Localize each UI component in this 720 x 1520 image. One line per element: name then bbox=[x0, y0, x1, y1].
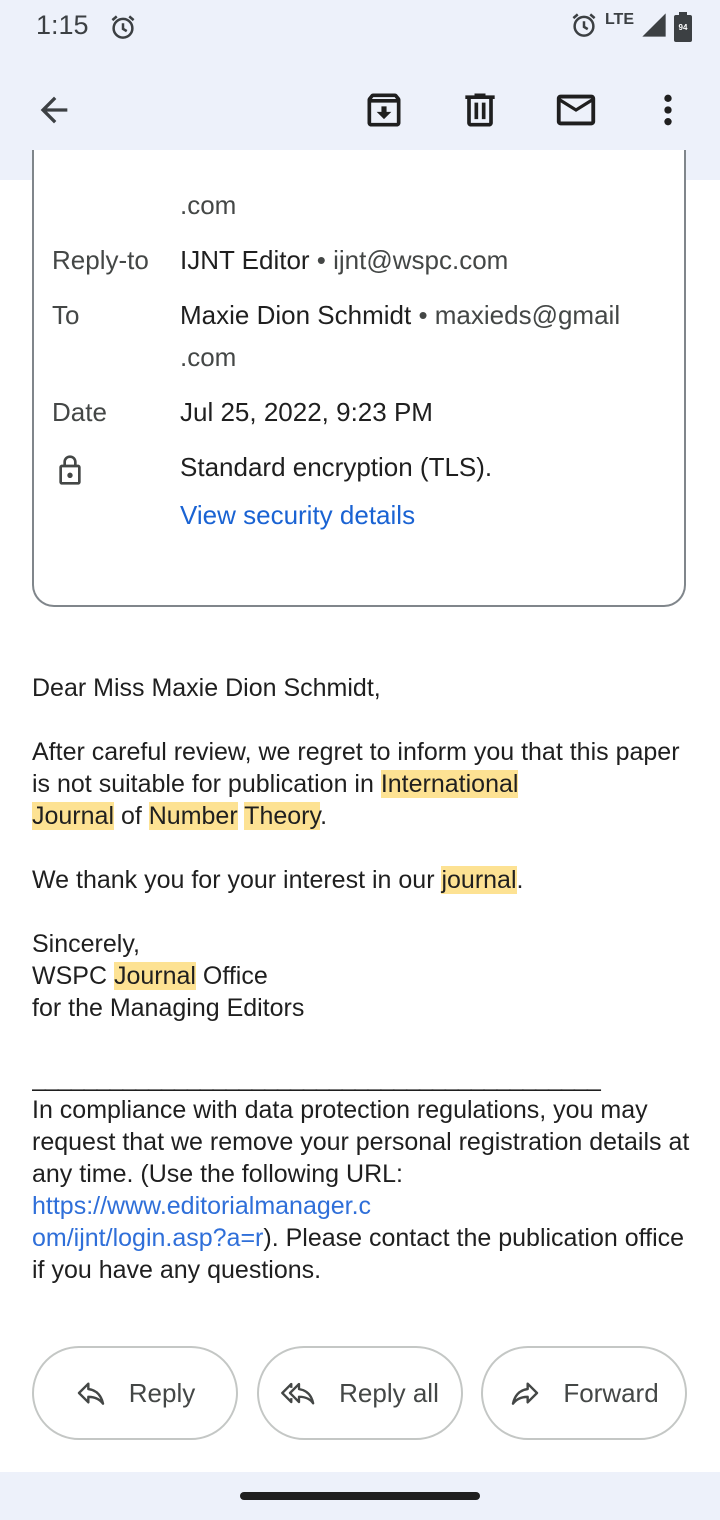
search-highlight: Theory bbox=[244, 802, 321, 830]
reply-to-name: IJNT Editor bbox=[180, 245, 310, 275]
greeting: Dear Miss Maxie Dion Schmidt, bbox=[32, 674, 381, 702]
reply-all-label: Reply all bbox=[339, 1377, 439, 1408]
status-time: 1:15 bbox=[36, 10, 89, 40]
reply-all-button[interactable]: Reply all bbox=[257, 1346, 463, 1440]
divider-line: ________________________________________… bbox=[32, 1064, 601, 1092]
more-options-button[interactable] bbox=[638, 80, 698, 140]
date-label: Date bbox=[52, 397, 107, 427]
message-details-card bbox=[32, 150, 686, 607]
forward-label: Forward bbox=[563, 1377, 659, 1408]
reply-all-icon bbox=[281, 1382, 315, 1405]
to-label: To bbox=[52, 300, 80, 330]
home-gesture-handle[interactable] bbox=[240, 1492, 480, 1500]
battery-level: 94 bbox=[678, 23, 688, 32]
search-highlight: Number bbox=[148, 802, 238, 830]
to-email: • maxieds@gmail bbox=[418, 300, 621, 330]
encryption-text: Standard encryption (TLS). bbox=[180, 452, 493, 482]
reply-button[interactable]: Reply bbox=[32, 1346, 238, 1440]
paragraph-thanks: We thank you for your interest in our jo… bbox=[32, 866, 524, 894]
back-button[interactable] bbox=[24, 80, 84, 140]
to-email-cont: .com bbox=[180, 342, 237, 372]
view-security-details-link[interactable]: View security details bbox=[180, 494, 415, 536]
search-highlight: Journal bbox=[32, 802, 114, 830]
signature: Sincerely, WSPC Journal Office for the M… bbox=[32, 930, 305, 1022]
reply-to-value: IJNT Editor • ijnt@wspc.com bbox=[180, 239, 508, 281]
to-value: Maxie Dion Schmidt • maxieds@gmail .com bbox=[180, 294, 620, 378]
status-icons: LTE 94 bbox=[569, 10, 692, 44]
data-protection-notice: In compliance with data protection regul… bbox=[32, 1096, 690, 1284]
search-highlight: International bbox=[380, 770, 519, 798]
forward-icon bbox=[512, 1382, 539, 1405]
back-arrow-icon bbox=[40, 96, 68, 124]
reply-label: Reply bbox=[128, 1377, 196, 1408]
lock-icon bbox=[54, 452, 86, 493]
search-highlight: Journal bbox=[113, 962, 196, 990]
delete-icon bbox=[465, 93, 495, 127]
navigation-bar bbox=[0, 1472, 720, 1520]
more-vert-icon bbox=[664, 94, 672, 126]
message-body: Dear Miss Maxie Dion Schmidt, After care… bbox=[32, 672, 692, 1318]
signal-icon bbox=[640, 11, 668, 44]
reply-to-email: • ijnt@wspc.com bbox=[316, 245, 509, 275]
message-actions: Reply Reply all Forward bbox=[32, 1346, 688, 1440]
date-value: Jul 25, 2022, 9:23 PM bbox=[180, 397, 433, 427]
reply-to-label: Reply-to bbox=[52, 245, 149, 275]
paragraph-rejection: After careful review, we regret to infor… bbox=[32, 738, 680, 830]
search-highlight: journal bbox=[441, 866, 517, 894]
archive-button[interactable] bbox=[354, 80, 414, 140]
forward-button[interactable]: Forward bbox=[481, 1346, 687, 1440]
battery-icon: 94 bbox=[674, 12, 692, 42]
to-name: Maxie Dion Schmidt bbox=[180, 300, 412, 330]
archive-icon bbox=[367, 93, 401, 127]
status-bar: 1:15 LTE 94 bbox=[0, 0, 720, 56]
alarm-icon bbox=[108, 12, 138, 47]
reply-icon bbox=[77, 1382, 104, 1405]
alarm-icon bbox=[569, 10, 599, 45]
from-email-fragment: .com bbox=[180, 190, 237, 220]
mark-unread-button[interactable] bbox=[546, 80, 606, 140]
network-type-label: LTE bbox=[604, 11, 634, 28]
delete-button[interactable] bbox=[450, 80, 510, 140]
mark-unread-icon bbox=[556, 94, 596, 126]
